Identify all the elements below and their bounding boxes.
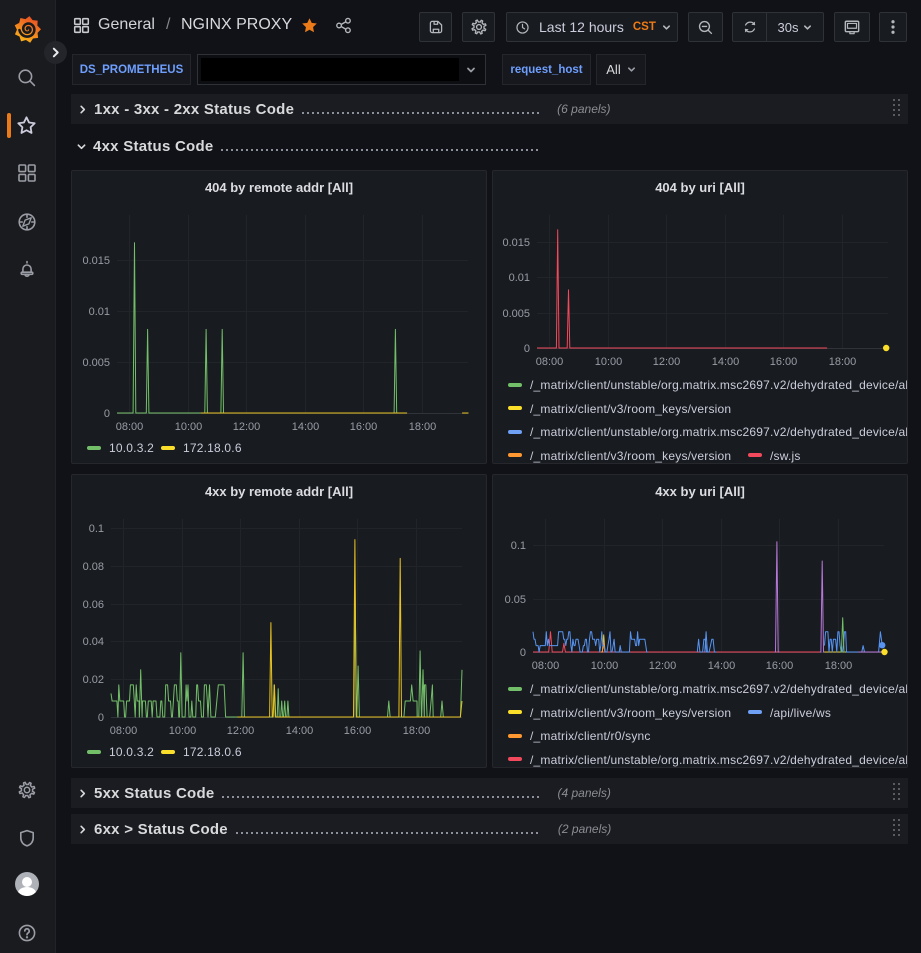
svg-text:14:00: 14:00 <box>708 660 736 672</box>
svg-text:0.005: 0.005 <box>502 308 530 320</box>
svg-text:0.04: 0.04 <box>83 636 104 648</box>
svg-text:0: 0 <box>104 408 110 420</box>
svg-text:0: 0 <box>520 647 526 659</box>
svg-text:0.015: 0.015 <box>502 237 530 249</box>
svg-text:10:00: 10:00 <box>175 421 203 433</box>
svg-text:16:00: 16:00 <box>766 660 794 672</box>
svg-text:0.02: 0.02 <box>83 674 104 686</box>
svg-text:0.01: 0.01 <box>509 272 530 284</box>
svg-text:0.08: 0.08 <box>83 561 104 573</box>
svg-text:18:00: 18:00 <box>403 725 431 737</box>
svg-text:10:00: 10:00 <box>169 725 197 737</box>
svg-text:14:00: 14:00 <box>286 725 314 737</box>
svg-text:18:00: 18:00 <box>409 421 437 433</box>
svg-text:18:00: 18:00 <box>825 660 853 672</box>
svg-text:10:00: 10:00 <box>591 660 619 672</box>
svg-text:0: 0 <box>98 712 104 724</box>
svg-text:12:00: 12:00 <box>649 660 677 672</box>
svg-text:12:00: 12:00 <box>227 725 255 737</box>
svg-text:16:00: 16:00 <box>344 725 372 737</box>
svg-text:08:00: 08:00 <box>116 421 144 433</box>
svg-text:18:00: 18:00 <box>829 356 857 368</box>
svg-text:10:00: 10:00 <box>595 356 623 368</box>
svg-text:16:00: 16:00 <box>350 421 378 433</box>
svg-text:12:00: 12:00 <box>233 421 261 433</box>
svg-text:08:00: 08:00 <box>110 725 138 737</box>
svg-text:0.06: 0.06 <box>83 599 104 611</box>
svg-text:12:00: 12:00 <box>653 356 681 368</box>
svg-text:0.1: 0.1 <box>89 523 104 535</box>
svg-text:08:00: 08:00 <box>532 660 560 672</box>
svg-text:0.01: 0.01 <box>89 306 110 318</box>
svg-text:16:00: 16:00 <box>770 356 798 368</box>
svg-text:14:00: 14:00 <box>712 356 740 368</box>
svg-text:14:00: 14:00 <box>292 421 320 433</box>
svg-text:08:00: 08:00 <box>536 356 564 368</box>
svg-text:0.05: 0.05 <box>505 594 526 606</box>
svg-text:0.005: 0.005 <box>82 357 110 369</box>
svg-text:0.015: 0.015 <box>82 255 110 267</box>
svg-text:0: 0 <box>524 343 530 355</box>
svg-text:0.1: 0.1 <box>511 540 526 552</box>
